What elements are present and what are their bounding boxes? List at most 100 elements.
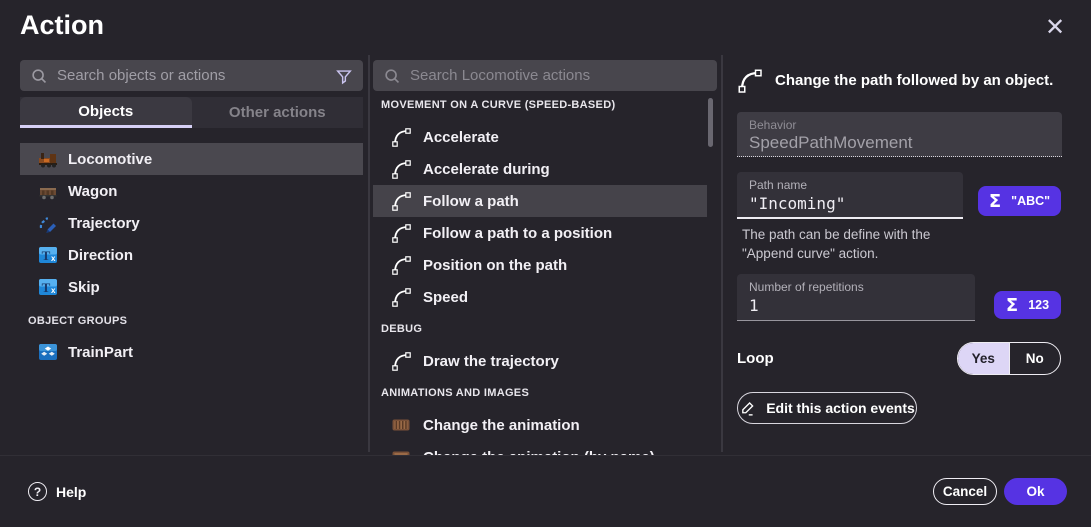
- scrollbar[interactable]: [708, 98, 713, 147]
- curve-path-icon: [391, 191, 411, 211]
- loop-row: Loop Yes No: [737, 342, 1062, 375]
- close-icon[interactable]: ✕: [1041, 13, 1069, 41]
- help-button[interactable]: ? Help: [28, 482, 86, 501]
- list-item-locomotive[interactable]: Locomotive: [20, 143, 363, 175]
- list-item-skip[interactable]: Tx Skip: [20, 271, 363, 303]
- trajectory-pen-icon: [38, 213, 58, 233]
- curve-path-icon: [391, 287, 411, 307]
- list-item-label: Locomotive: [68, 151, 152, 168]
- loop-yes-button[interactable]: Yes: [958, 343, 1009, 374]
- path-name-value: "Incoming": [749, 194, 951, 213]
- tab-objects-label: Objects: [78, 103, 133, 120]
- action-item-follow-a-path[interactable]: Follow a path: [373, 185, 707, 217]
- path-helper-text: The path can be define with the "Append …: [742, 225, 930, 263]
- wagon-sprite-icon: [38, 181, 58, 201]
- film-icon: [391, 447, 411, 455]
- film-icon: [391, 415, 411, 435]
- action-item-follow-a-path-to-position[interactable]: Follow a path to a position: [373, 217, 707, 249]
- action-item-label: Accelerate during: [423, 161, 550, 178]
- edit-action-events-label: Edit this action events: [766, 400, 915, 416]
- curve-path-icon: [391, 127, 411, 147]
- sigma-icon: Σ: [1006, 295, 1018, 316]
- search-icon: [383, 67, 401, 85]
- actions-panel: MOVEMENT ON A CURVE (SPEED-BASED) Accele…: [373, 55, 717, 455]
- curve-path-icon: [391, 223, 411, 243]
- number-expression-button[interactable]: Σ 123: [994, 291, 1061, 319]
- tab-other-actions[interactable]: Other actions: [192, 97, 364, 128]
- action-item-change-animation[interactable]: Change the animation: [373, 409, 707, 441]
- list-item-wagon[interactable]: Wagon: [20, 175, 363, 207]
- section-header: DEBUG: [373, 313, 717, 345]
- objects-search-box[interactable]: [20, 60, 363, 91]
- behavior-select[interactable]: Behavior SpeedPathMovement: [737, 112, 1062, 157]
- action-detail-panel: Change the path followed by an object. B…: [737, 55, 1062, 455]
- curve-path-icon: [737, 68, 762, 93]
- helper-line-2: "Append curve" action.: [742, 244, 930, 263]
- list-item-label: Trajectory: [68, 215, 140, 232]
- action-item-label: Change the animation: [423, 417, 580, 434]
- loop-toggle: Yes No: [957, 342, 1061, 375]
- locomotive-sprite-icon: [38, 149, 58, 169]
- tab-other-actions-label: Other actions: [229, 104, 326, 121]
- string-expression-button[interactable]: Σ "ABC": [978, 186, 1061, 216]
- list-item-label: Direction: [68, 247, 133, 264]
- section-header: ANIMATIONS AND IMAGES: [373, 377, 717, 409]
- object-groups-header: OBJECT GROUPS: [20, 310, 363, 332]
- behavior-label: Behavior: [749, 118, 1050, 132]
- num-tag: 123: [1028, 298, 1049, 312]
- abc-tag: "ABC": [1011, 194, 1050, 208]
- page-title: Action: [20, 10, 104, 41]
- help-icon: ?: [28, 482, 47, 501]
- curve-path-icon: [391, 159, 411, 179]
- behavior-value: SpeedPathMovement: [749, 133, 1050, 153]
- objects-list: Locomotive Wagon Trajectory Tx Direction…: [20, 143, 363, 368]
- action-description: Change the path followed by an object.: [775, 72, 1053, 89]
- repetitions-label: Number of repetitions: [749, 280, 963, 294]
- list-item-direction[interactable]: Tx Direction: [20, 239, 363, 271]
- action-item-label: Draw the trajectory: [423, 353, 559, 370]
- action-item-position-on-path[interactable]: Position on the path: [373, 249, 707, 281]
- edit-action-events-button[interactable]: Edit this action events: [737, 392, 917, 424]
- action-item-partial[interactable]: Change the animation (by name): [373, 441, 707, 455]
- action-item-label: Speed: [423, 289, 468, 306]
- loop-label: Loop: [737, 350, 774, 367]
- text-object-icon: Tx: [38, 277, 58, 297]
- dialog-footer: ? Help Cancel Ok: [0, 455, 1091, 527]
- action-item-speed[interactable]: Speed: [373, 281, 707, 313]
- sigma-icon: Σ: [989, 191, 1001, 212]
- path-name-field[interactable]: Path name "Incoming": [737, 172, 963, 219]
- actions-list: MOVEMENT ON A CURVE (SPEED-BASED) Accele…: [373, 89, 717, 455]
- action-item-draw-trajectory[interactable]: Draw the trajectory: [373, 345, 707, 377]
- actions-search-input[interactable]: [410, 67, 707, 84]
- action-item-label: Follow a path: [423, 193, 519, 210]
- dialog-body: Objects Other actions Locomotive Wagon T…: [0, 55, 1091, 455]
- filter-icon[interactable]: [335, 67, 353, 85]
- action-item-accelerate[interactable]: Accelerate: [373, 121, 707, 153]
- cancel-button[interactable]: Cancel: [933, 478, 997, 505]
- helper-line-1: The path can be define with the: [742, 225, 930, 244]
- action-item-label: Follow a path to a position: [423, 225, 612, 242]
- pencil-icon: [739, 400, 756, 417]
- objects-tabbar: Objects Other actions: [20, 97, 363, 128]
- list-item-label: TrainPart: [68, 344, 133, 361]
- loop-no-button[interactable]: No: [1009, 343, 1061, 374]
- action-description-header: Change the path followed by an object.: [737, 66, 1053, 94]
- text-object-icon: Tx: [38, 245, 58, 265]
- help-label: Help: [56, 484, 86, 500]
- tab-objects[interactable]: Objects: [20, 97, 192, 128]
- list-item-label: Skip: [68, 279, 100, 296]
- repetitions-field[interactable]: Number of repetitions 1: [737, 274, 975, 321]
- action-item-accelerate-during[interactable]: Accelerate during: [373, 153, 707, 185]
- path-name-label: Path name: [749, 178, 951, 192]
- objects-search-input[interactable]: [57, 67, 326, 84]
- object-group-icon: [38, 342, 58, 362]
- curve-path-icon: [391, 255, 411, 275]
- list-item-trajectory[interactable]: Trajectory: [20, 207, 363, 239]
- curve-path-icon: [391, 351, 411, 371]
- panel-divider: [721, 55, 723, 452]
- action-item-label: Accelerate: [423, 129, 499, 146]
- ok-button[interactable]: Ok: [1004, 478, 1067, 505]
- actions-search-box[interactable]: [373, 60, 717, 91]
- svg-text:T: T: [42, 280, 51, 295]
- list-item-trainpart[interactable]: TrainPart: [20, 336, 363, 368]
